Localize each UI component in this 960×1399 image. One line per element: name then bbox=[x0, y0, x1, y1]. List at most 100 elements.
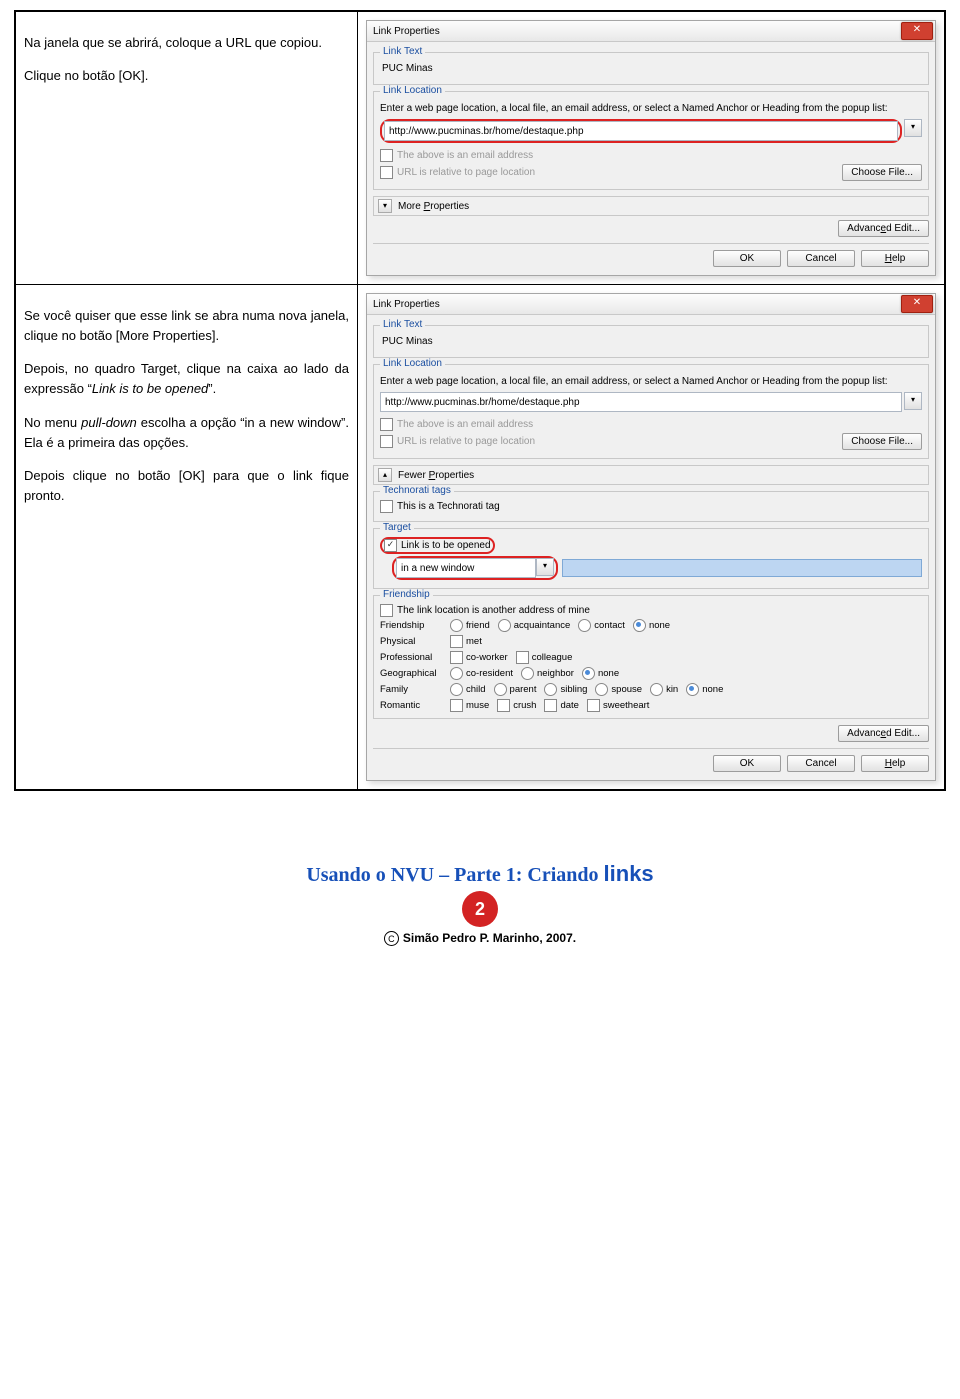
checkbox-co-worker[interactable] bbox=[450, 651, 463, 664]
option-label: co-worker bbox=[466, 652, 508, 663]
url-input[interactable]: http://www.pucminas.br/home/destaque.php bbox=[380, 392, 902, 412]
checkbox-sweetheart[interactable] bbox=[587, 699, 600, 712]
option-label: met bbox=[466, 636, 482, 647]
checkbox-date[interactable] bbox=[544, 699, 557, 712]
url-dropdown-button[interactable]: ▾ bbox=[904, 392, 922, 410]
advanced-edit-button[interactable]: Advanced Edit... bbox=[838, 725, 929, 742]
instr-text: Clique no botão [OK]. bbox=[24, 66, 349, 86]
instr-text: No menu pull-down escolha a opção “in a … bbox=[24, 413, 349, 453]
cancel-button[interactable]: Cancel bbox=[787, 755, 855, 772]
group-legend: Link Text bbox=[380, 46, 425, 57]
target-spacer bbox=[562, 559, 922, 577]
url-dropdown-button[interactable]: ▾ bbox=[904, 119, 922, 137]
target-select-dropdown[interactable]: ▾ bbox=[536, 558, 554, 576]
group-legend: Technorati tags bbox=[380, 485, 454, 496]
instr-text: Se você quiser que esse link se abra num… bbox=[24, 306, 349, 346]
relative-checkbox[interactable] bbox=[380, 435, 393, 448]
chevron-up-icon: ▴ bbox=[378, 468, 392, 482]
link-text-value: PUC Minas bbox=[380, 59, 922, 78]
friendship-row-label: Friendship bbox=[380, 620, 450, 631]
ok-button[interactable]: OK bbox=[713, 250, 781, 267]
friendship-row-label: Professional bbox=[380, 652, 450, 663]
radio-none[interactable] bbox=[633, 619, 646, 632]
radio-friend[interactable] bbox=[450, 619, 463, 632]
help-button[interactable]: Help bbox=[861, 250, 929, 267]
option-label: child bbox=[466, 684, 486, 695]
radio-child[interactable] bbox=[450, 683, 463, 696]
radio-acquaintance[interactable] bbox=[498, 619, 511, 632]
link-text-value: PUC Minas bbox=[380, 332, 922, 351]
instr-text: Depois clique no botão [OK] para que o l… bbox=[24, 466, 349, 506]
target-open-checkbox[interactable] bbox=[384, 539, 397, 552]
technorati-checkbox-label: This is a Technorati tag bbox=[397, 501, 500, 512]
fewer-properties-label: Fewer Properties bbox=[398, 470, 474, 481]
email-checkbox[interactable] bbox=[380, 418, 393, 431]
radio-none[interactable] bbox=[582, 667, 595, 680]
radio-contact[interactable] bbox=[578, 619, 591, 632]
close-icon[interactable]: ✕ bbox=[901, 295, 933, 313]
checkbox-muse[interactable] bbox=[450, 699, 463, 712]
dialog-title: Link Properties bbox=[373, 26, 440, 37]
radio-kin[interactable] bbox=[650, 683, 663, 696]
more-properties-label: More Properties bbox=[398, 201, 469, 212]
screenshot-cell-1: Link Properties ✕ Link Text PUC Minas Li… bbox=[358, 12, 945, 285]
friendship-row-label: Physical bbox=[380, 636, 450, 647]
group-legend: Link Text bbox=[380, 319, 425, 330]
target-open-label: Link is to be opened bbox=[401, 540, 491, 551]
relative-checkbox-label: URL is relative to page location bbox=[397, 167, 535, 178]
link-text-group: Link Text PUC Minas bbox=[373, 325, 929, 358]
link-location-desc: Enter a web page location, a local file,… bbox=[380, 102, 922, 115]
option-label: muse bbox=[466, 700, 489, 711]
option-label: none bbox=[598, 668, 619, 679]
option-label: co-resident bbox=[466, 668, 513, 679]
radio-spouse[interactable] bbox=[595, 683, 608, 696]
option-label: kin bbox=[666, 684, 678, 695]
cancel-button[interactable]: Cancel bbox=[787, 250, 855, 267]
fewer-properties-expander[interactable]: ▴ Fewer Properties bbox=[373, 465, 929, 485]
group-legend: Link Location bbox=[380, 358, 445, 369]
radio-co-resident[interactable] bbox=[450, 667, 463, 680]
radio-parent[interactable] bbox=[494, 683, 507, 696]
help-button[interactable]: Help bbox=[861, 755, 929, 772]
page-number-badge: 2 bbox=[462, 891, 498, 927]
url-input[interactable]: http://www.pucminas.br/home/destaque.php bbox=[384, 121, 898, 141]
checkbox-colleague[interactable] bbox=[516, 651, 529, 664]
advanced-edit-button[interactable]: Advanced Edit... bbox=[838, 220, 929, 237]
instructions-cell-1: Na janela que se abrirá, coloque a URL q… bbox=[16, 12, 358, 285]
ok-button[interactable]: OK bbox=[713, 755, 781, 772]
relative-checkbox[interactable] bbox=[380, 166, 393, 179]
another-address-checkbox[interactable] bbox=[380, 604, 393, 617]
another-address-label: The link location is another address of … bbox=[397, 605, 590, 616]
option-label: none bbox=[702, 684, 723, 695]
group-legend: Target bbox=[380, 522, 414, 533]
option-label: none bbox=[649, 620, 670, 631]
email-checkbox-label: The above is an email address bbox=[397, 150, 533, 161]
instructions-cell-2: Se você quiser que esse link se abra num… bbox=[16, 285, 358, 790]
target-group: Target Link is to be opened in a new win… bbox=[373, 528, 929, 589]
option-label: parent bbox=[510, 684, 537, 695]
option-label: acquaintance bbox=[514, 620, 571, 631]
target-select[interactable]: in a new window bbox=[396, 558, 536, 578]
radio-none[interactable] bbox=[686, 683, 699, 696]
instr-text: Depois, no quadro Target, clique na caix… bbox=[24, 359, 349, 399]
group-legend: Friendship bbox=[380, 589, 433, 600]
choose-file-button[interactable]: Choose File... bbox=[842, 164, 922, 181]
screenshot-cell-2: Link Properties ✕ Link Text PUC Minas Li… bbox=[358, 285, 945, 790]
friendship-group: Friendship The link location is another … bbox=[373, 595, 929, 719]
email-checkbox[interactable] bbox=[380, 149, 393, 162]
page-footer: Usando o NVU – Parte 1: Criando links 2 … bbox=[14, 861, 946, 946]
option-label: sweetheart bbox=[603, 700, 649, 711]
radio-neighbor[interactable] bbox=[521, 667, 534, 680]
option-label: neighbor bbox=[537, 668, 574, 679]
technorati-checkbox[interactable] bbox=[380, 500, 393, 513]
copyright-icon: C bbox=[384, 931, 399, 946]
more-properties-expander[interactable]: ▾ More Properties bbox=[373, 196, 929, 216]
checkbox-met[interactable] bbox=[450, 635, 463, 648]
t: No menu bbox=[24, 415, 81, 430]
radio-sibling[interactable] bbox=[544, 683, 557, 696]
checkbox-crush[interactable] bbox=[497, 699, 510, 712]
choose-file-button[interactable]: Choose File... bbox=[842, 433, 922, 450]
instr-text: Na janela que se abrirá, coloque a URL q… bbox=[24, 33, 349, 53]
option-label: sibling bbox=[560, 684, 587, 695]
close-icon[interactable]: ✕ bbox=[901, 22, 933, 40]
